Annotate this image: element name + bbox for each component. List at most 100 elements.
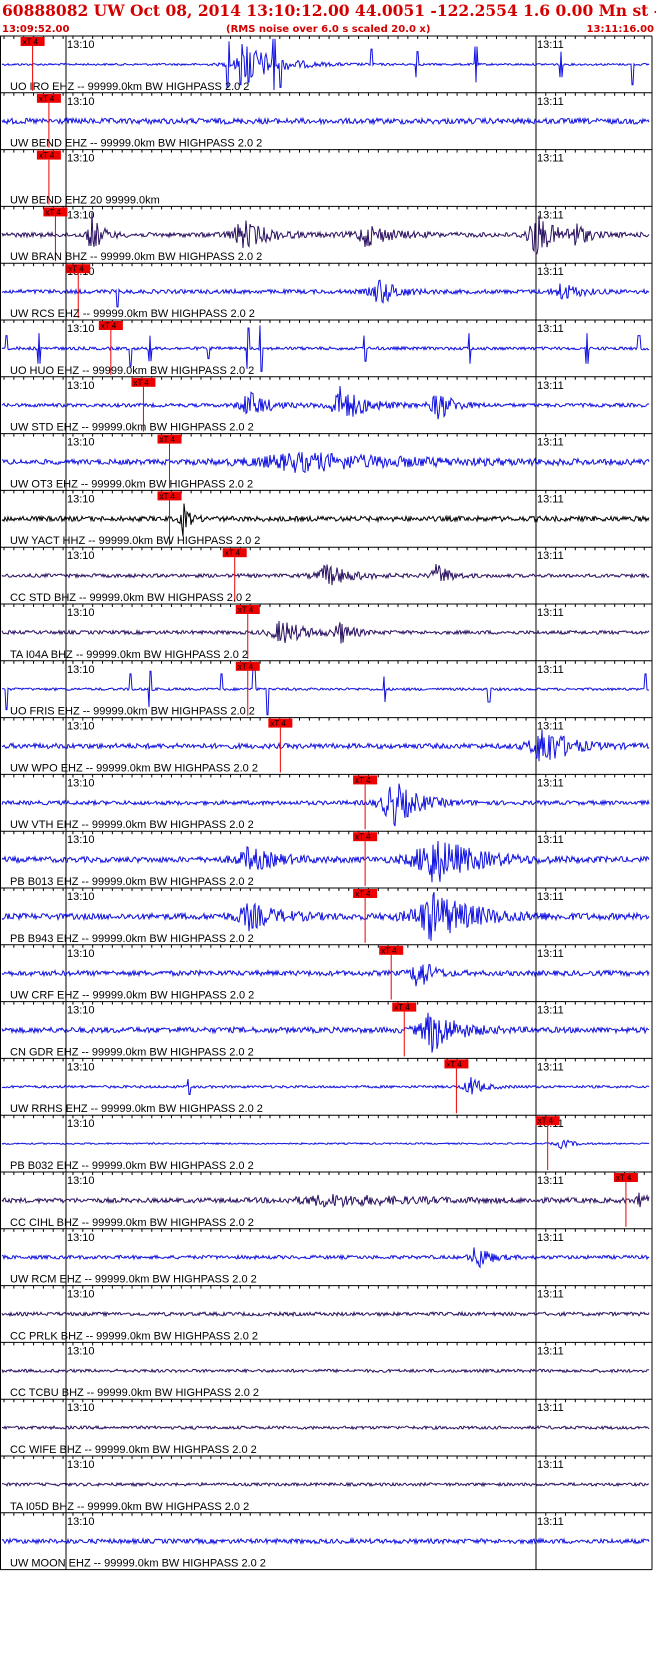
- minute-tick-label: 13:10: [67, 948, 95, 960]
- waveform-trace: [1, 1310, 650, 1318]
- station-label: CC CIHL BHZ -- 99999.0km BW HIGHPASS 2.0…: [10, 1217, 254, 1229]
- station-label: UW BEND EHZ -- 99999.0km BW HIGHPASS 2.0…: [10, 138, 262, 150]
- station-label: UW OT3 EHZ -- 99999.0km BW HIGHPASS 2.0 …: [10, 478, 253, 490]
- minute-tick-label: 13:11: [537, 1516, 564, 1528]
- waveform-trace: [1, 1139, 650, 1150]
- minute-tick-label: 13:10: [67, 1061, 95, 1073]
- trace-row: 13:10 13:11 xT 4 UW BRAN BHZ -- 99999.0km B…: [1, 206, 650, 264]
- minute-tick-label: 13:11: [537, 380, 564, 392]
- pick-marker-label: xT 4: [133, 378, 149, 387]
- waveform-trace: [1, 1368, 650, 1374]
- station-label: UO IRO EHZ -- 99999.0km BW HIGHPASS 2.0 …: [10, 81, 249, 93]
- minute-tick-label: 13:10: [67, 664, 95, 676]
- pick-marker-label: xT 4: [101, 322, 117, 331]
- minute-tick-label: 13:11: [537, 493, 564, 505]
- seismogram-viewer: 60888082 UW Oct 08, 2014 13:10:12.00 44.…: [0, 0, 656, 1658]
- minute-tick-label: 13:11: [537, 1005, 564, 1017]
- station-label: UW BEND EHZ 20 99999.0km: [10, 194, 160, 206]
- trace-row: 13:10 13:11 xT 4 CN GDR EHZ -- 99999.0km BW…: [1, 1001, 650, 1059]
- minute-tick-label: 13:11: [537, 1345, 564, 1357]
- trace-row: 13:10 13:11 xT 4 UW CRF EHZ -- 99999.0km BW…: [1, 944, 650, 1002]
- trace-row: 13:10 13:11 TA I05D BHZ -- 99999.0km BW HI…: [2, 1456, 650, 1513]
- minute-tick-label: 13:11: [537, 891, 564, 903]
- station-label: UW STD EHZ -- 99999.0km BW HIGHPASS 2.0 …: [10, 422, 254, 434]
- station-label: PB B013 EHZ -- 99999.0km BW HIGHPASS 2.0…: [10, 876, 254, 888]
- station-label: UW MOON EHZ -- 99999.0km BW HIGHPASS 2.0…: [10, 1558, 266, 1570]
- trace-row: 13:10 13:11 CC PRLK BHZ -- 99999.0km BW HI…: [1, 1285, 650, 1343]
- pick-marker-label: xT 4: [538, 1117, 554, 1126]
- trace-row: 13:10 13:11 xT 4 PB B013 EHZ -- 99999.0km B…: [1, 831, 650, 888]
- waveform-trace: [1, 503, 650, 537]
- waveform-trace: [1, 729, 650, 762]
- minute-tick-label: 13:11: [537, 1289, 564, 1301]
- pick-marker-label: xT 4: [355, 776, 371, 785]
- station-label: CC STD BHZ -- 99999.0km BW HIGHPASS 2.0 …: [10, 592, 251, 604]
- trace-row: 13:10 13:11 xT 4 UO HUO EHZ -- 99999.0km BW…: [1, 320, 650, 377]
- waveform-trace: [1, 1192, 650, 1209]
- station-label: TA I05D BHZ -- 99999.0km BW HIGHPASS 2.0…: [10, 1501, 249, 1513]
- pick-marker-label: xT 4: [238, 606, 254, 615]
- pick-marker-label: xT 4: [616, 1174, 632, 1183]
- trace-row: 13:10 13:11 xT 4 PB B943 EHZ -- 99999.0km B…: [1, 888, 650, 945]
- minute-tick-label: 13:11: [537, 1402, 564, 1414]
- minute-tick-label: 13:11: [537, 948, 564, 960]
- station-label: PB B032 EHZ -- 99999.0km BW HIGHPASS 2.0…: [10, 1160, 254, 1172]
- trace-row: 13:10 13:11 UW MOON EHZ -- 99999.0km BW HI…: [1, 1512, 650, 1570]
- trace-row: 13:10 13:11 xT 4 UW RRHS EHZ -- 99999.0km B…: [1, 1058, 650, 1116]
- station-label: UW WPO EHZ -- 99999.0km BW HIGHPASS 2.0 …: [10, 762, 258, 774]
- station-label: UO FRIS EHZ -- 99999.0km BW HIGHPASS 2.0…: [10, 706, 255, 718]
- trace-row: 13:10 13:11 xT 4 UW BEND EHZ -- 99999.0km B…: [1, 92, 650, 150]
- minute-tick-label: 13:11: [537, 607, 564, 619]
- waveform-trace: [1, 620, 650, 644]
- minute-tick-label: 13:11: [537, 153, 564, 165]
- minute-tick-label: 13:10: [67, 1232, 95, 1244]
- minute-tick-label: 13:10: [67, 1289, 95, 1301]
- waveform-trace: [1, 563, 650, 586]
- station-label: CC WIFE BHZ -- 99999.0km BW HIGHPASS 2.0…: [10, 1444, 257, 1456]
- waveform-trace: [1, 1537, 650, 1546]
- pick-marker-label: xT 4: [39, 151, 55, 160]
- pick-marker-label: xT 4: [45, 208, 61, 217]
- pick-marker-label: xT 4: [225, 549, 241, 558]
- minute-tick-label: 13:11: [537, 550, 564, 562]
- minute-tick-label: 13:10: [67, 777, 95, 789]
- minute-tick-label: 13:10: [67, 153, 95, 165]
- waveform-trace: [2, 1481, 650, 1488]
- minute-tick-label: 13:10: [67, 323, 95, 335]
- trace-row: 13:10 13:11 xT 4 UW BEND EHZ 20 99999.0km: [3, 149, 645, 207]
- station-label: UW RCS EHZ -- 99999.0km BW HIGHPASS 2.0 …: [10, 308, 255, 320]
- trace-row: 13:10 13:11 xT 4 CC CIHL BHZ -- 99999.0km B…: [1, 1172, 650, 1229]
- minute-tick-label: 13:10: [67, 493, 95, 505]
- waveform-trace: [1, 1424, 650, 1431]
- station-label: CN GDR EHZ -- 99999.0km BW HIGHPASS 2.0 …: [10, 1046, 254, 1058]
- minute-tick-label: 13:11: [537, 777, 564, 789]
- station-label: UW RCM EHZ -- 99999.0km BW HIGHPASS 2.0 …: [10, 1274, 257, 1286]
- minute-tick-label: 13:11: [537, 96, 564, 108]
- pick-marker-label: xT 4: [381, 946, 397, 955]
- minute-tick-label: 13:10: [67, 1175, 95, 1187]
- waveform-trace: [1, 963, 650, 987]
- waveform-panel: 13:10 13:11 xT 4 UO IRO EHZ -- 99999.0km BW…: [0, 35, 653, 1571]
- minute-tick-label: 13:10: [67, 39, 95, 51]
- waveform-trace: [1, 451, 650, 474]
- pick-marker-label: xT 4: [355, 890, 371, 899]
- station-label: UO HUO EHZ -- 99999.0km BW HIGHPASS 2.0 …: [10, 365, 254, 377]
- minute-tick-label: 13:10: [67, 437, 95, 449]
- minute-tick-label: 13:11: [537, 664, 564, 676]
- trace-row: 13:10 13:11 CC WIFE BHZ -- 99999.0km BW HI…: [1, 1399, 650, 1456]
- pick-marker-label: xT 4: [23, 38, 39, 47]
- pick-marker-label: xT 4: [355, 833, 371, 842]
- station-label: UW RRHS EHZ -- 99999.0km BW HIGHPASS 2.0…: [10, 1103, 263, 1115]
- trace-row: 13:10 13:11 xT 4 UW VTH EHZ -- 99999.0km BW…: [1, 774, 650, 832]
- minute-tick-label: 13:10: [67, 1516, 95, 1528]
- pick-marker-label: xT 4: [68, 265, 84, 274]
- minute-tick-label: 13:11: [537, 1232, 564, 1244]
- pick-marker-label: xT 4: [238, 662, 254, 671]
- trace-row: 13:10 13:11 xT 4 UO IRO EHZ -- 99999.0km BW…: [1, 36, 650, 93]
- station-label: CC TCBU BHZ -- 99999.0km BW HIGHPASS 2.0…: [10, 1387, 259, 1399]
- minute-tick-label: 13:11: [537, 834, 564, 846]
- trace-row: 13:10 13:11 CC TCBU BHZ -- 99999.0km BW HI…: [1, 1342, 650, 1400]
- trace-row: 13:1013:11xT 4PB B032 EHZ -- 99999.0km B…: [1, 1115, 650, 1172]
- minute-tick-label: 13:10: [67, 380, 95, 392]
- trace-row: 13:10 13:11 xT 4 UW OT3 EHZ -- 99999.0km BW…: [1, 433, 650, 491]
